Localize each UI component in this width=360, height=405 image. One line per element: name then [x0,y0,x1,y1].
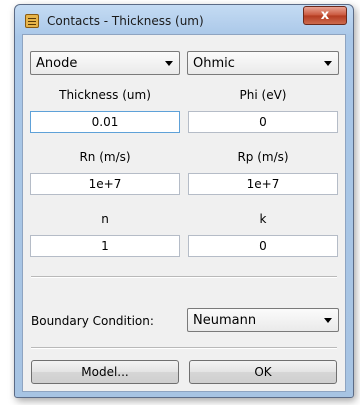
divider [31,347,337,349]
dialog-body: Anode Ohmic Thickness (um) Phi (eV) 0.01… [22,34,346,392]
contact-type-value: Ohmic [193,56,235,71]
phi-field[interactable]: 0 [188,111,338,133]
n-label: n [101,212,109,226]
contacts-dialog: Contacts - Thickness (um) x Anode Ohmic … [14,4,354,398]
title-bar[interactable]: Contacts - Thickness (um) x [15,5,353,35]
k-field[interactable]: 0 [188,235,338,257]
rn-field[interactable]: 1e+7 [30,173,180,195]
chevron-down-icon [324,61,332,66]
app-icon [25,14,39,28]
boundary-condition-value: Neumann [193,313,257,328]
rp-field[interactable]: 1e+7 [188,173,338,195]
close-button[interactable]: x [303,6,347,25]
contact-type-select[interactable]: Ohmic [187,51,339,75]
ok-button[interactable]: OK [189,360,337,384]
model-button[interactable]: Model... [31,360,179,384]
contact-select-value: Anode [36,56,78,71]
thickness-field[interactable]: 0.01 [30,111,180,133]
window-title: Contacts - Thickness (um) [47,14,204,28]
divider [31,276,337,278]
contact-select[interactable]: Anode [30,51,180,75]
k-label: k [259,212,267,226]
rn-label: Rn (m/s) [79,150,131,164]
thickness-label: Thickness (um) [59,88,151,102]
chevron-down-icon [324,318,332,323]
phi-label: Phi (eV) [239,88,287,102]
chevron-down-icon [165,61,173,66]
boundary-condition-select[interactable]: Neumann [187,308,339,332]
boundary-condition-label: Boundary Condition: [31,314,154,328]
rp-label: Rp (m/s) [237,150,289,164]
n-field[interactable]: 1 [30,235,180,257]
